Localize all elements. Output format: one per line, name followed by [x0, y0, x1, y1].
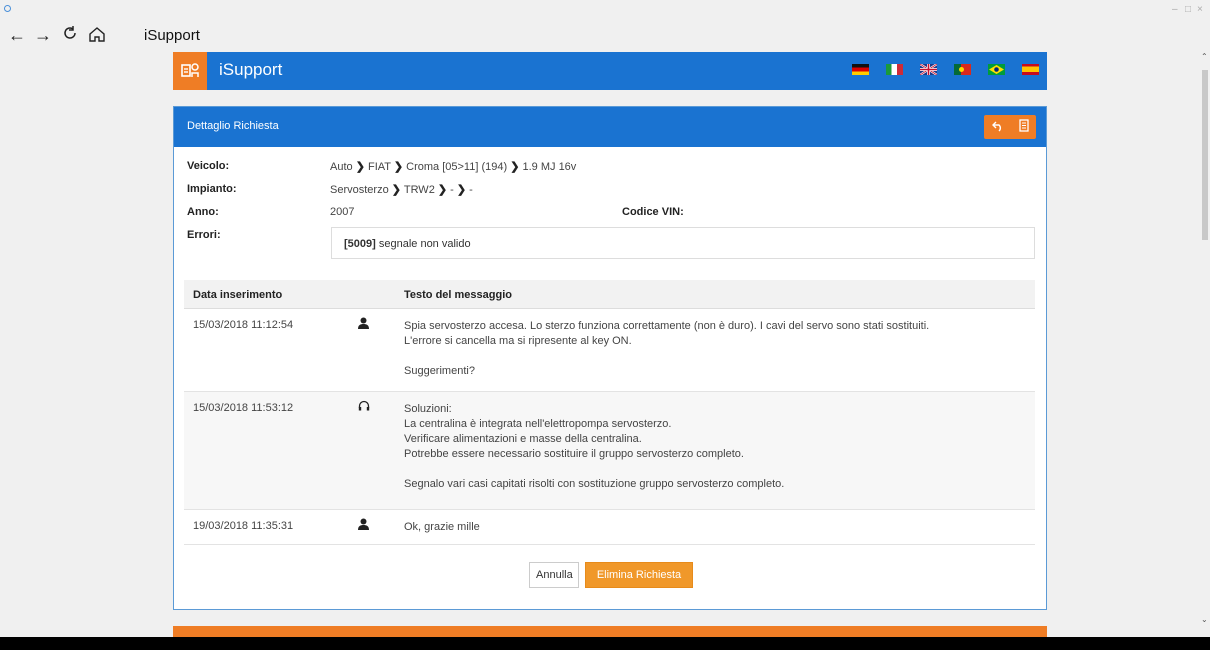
cancel-button[interactable]: Annulla — [529, 562, 579, 588]
footer-bar — [173, 626, 1047, 637]
flag-es-icon[interactable] — [1022, 64, 1039, 75]
header-actions — [984, 115, 1036, 139]
message-line: Suggerimenti? — [404, 365, 475, 377]
veicolo-type: Auto — [330, 161, 353, 173]
app-header: iSupport — [173, 52, 1047, 90]
row-message: Soluzioni: La centralina è integrata nel… — [404, 402, 1024, 492]
message-line: Segnalo vari casi capitati risolti con s… — [404, 478, 785, 490]
window-titlebar: – □ × — [0, 0, 1210, 22]
document-icon[interactable] — [1018, 119, 1029, 135]
veicolo-brand: FIAT — [367, 161, 391, 173]
veicolo-engine: 1.9 MJ 16v — [522, 161, 577, 173]
language-selector — [852, 64, 1039, 75]
impianto-sub2: - — [469, 184, 473, 196]
scroll-up-icon[interactable]: ⌃ — [1201, 52, 1208, 61]
veicolo-value: Auto ❯ FIAT ❯ Croma [05>11] (194) ❯ 1.9 … — [330, 160, 576, 173]
message-line: Verificare alimentazioni e masse della c… — [404, 433, 642, 445]
app-name: iSupport — [219, 60, 283, 79]
chevron-right-icon: ❯ — [391, 184, 401, 196]
row-message: Ok, grazie mille — [404, 520, 1024, 535]
error-code: [5009] — [344, 238, 376, 250]
message-line — [404, 462, 1024, 477]
web-content: iSupport Dettaglio Richiesta Veicolo: Au… — [0, 50, 1200, 637]
flag-it-icon[interactable] — [886, 64, 903, 75]
message-line: La centralina è integrata nell'elettropo… — [404, 418, 672, 430]
anno-value: 2007 — [330, 206, 355, 218]
user-icon — [358, 317, 369, 332]
flag-pt-icon[interactable] — [954, 64, 971, 75]
taskbar-strip — [0, 637, 1210, 650]
maximize-button[interactable]: □ — [1185, 4, 1191, 15]
message-line: Potrebbe essere necessario sostituire il… — [404, 448, 744, 460]
page-title: iSupport — [144, 27, 200, 44]
row-date: 15/03/2018 11:53:12 — [193, 402, 294, 414]
app-icon — [4, 5, 11, 12]
vertical-scrollbar[interactable]: ⌃ ⌄ — [1200, 50, 1210, 637]
flag-br-icon[interactable] — [988, 64, 1005, 75]
anno-label: Anno: — [187, 206, 219, 218]
impianto-label: Impianto: — [187, 183, 237, 195]
impianto-system: Servosterzo — [330, 184, 389, 196]
back-icon[interactable]: ← — [8, 25, 26, 45]
delete-request-button[interactable]: Elimina Richiesta — [585, 562, 693, 588]
scroll-down-icon[interactable]: ⌄ — [1201, 615, 1208, 624]
errori-label: Errori: — [187, 229, 221, 241]
request-detail-card: Dettaglio Richiesta Veicolo: Auto ❯ FIAT… — [173, 106, 1047, 610]
vin-label: Codice VIN: — [622, 206, 684, 218]
headset-icon — [358, 400, 370, 415]
minimize-button[interactable]: – — [1172, 4, 1178, 15]
impianto-type: TRW2 — [403, 184, 435, 196]
home-icon[interactable] — [88, 25, 106, 47]
chevron-right-icon: ❯ — [393, 161, 404, 173]
table-row: 19/03/2018 11:35:31 Ok, grazie mille — [184, 510, 1035, 545]
column-header-message: Testo del messaggio — [404, 289, 512, 301]
reply-icon[interactable] — [991, 120, 1004, 135]
refresh-icon[interactable] — [62, 25, 78, 45]
close-button[interactable]: × — [1197, 4, 1203, 15]
logo[interactable] — [173, 52, 207, 90]
message-line — [404, 349, 1024, 364]
message-line: Ok, grazie mille — [404, 521, 480, 533]
row-message: Spia servosterzo accesa. Lo sterzo funzi… — [404, 319, 1024, 379]
impianto-sub1: - — [450, 184, 454, 196]
message-line: Soluzioni: — [404, 403, 452, 415]
row-date: 15/03/2018 11:12:54 — [193, 319, 294, 331]
chevron-right-icon: ❯ — [437, 184, 448, 196]
scroll-thumb[interactable] — [1202, 70, 1208, 240]
table-row: 15/03/2018 11:53:12 Soluzioni: La centra… — [184, 392, 1035, 510]
chevron-right-icon: ❯ — [510, 161, 520, 173]
flag-gb-icon[interactable] — [920, 64, 937, 75]
message-line: L'errore si cancella ma si ripresente al… — [404, 335, 632, 347]
error-box: [5009] segnale non valido — [331, 227, 1035, 259]
column-header-date: Data inserimento — [193, 289, 283, 301]
veicolo-model: Croma [05>11] (194) — [406, 161, 508, 173]
table-row: 15/03/2018 11:12:54 Spia servosterzo acc… — [184, 309, 1035, 392]
veicolo-label: Veicolo: — [187, 160, 230, 172]
navigation-bar: ← → iSupport — [0, 22, 1210, 50]
chevron-right-icon: ❯ — [355, 161, 365, 173]
row-date: 19/03/2018 11:35:31 — [193, 520, 294, 532]
user-icon — [358, 518, 369, 533]
card-title: Dettaglio Richiesta — [187, 120, 279, 132]
flag-de-icon[interactable] — [852, 64, 869, 75]
impianto-value: Servosterzo ❯ TRW2 ❯ - ❯ - — [330, 183, 473, 196]
chevron-right-icon: ❯ — [456, 184, 467, 196]
forward-icon[interactable]: → — [34, 25, 52, 45]
error-text: segnale non valido — [378, 238, 471, 250]
table-header: Data inserimento Testo del messaggio — [184, 280, 1035, 309]
card-header: Dettaglio Richiesta — [174, 107, 1046, 147]
message-line: Spia servosterzo accesa. Lo sterzo funzi… — [404, 320, 930, 332]
